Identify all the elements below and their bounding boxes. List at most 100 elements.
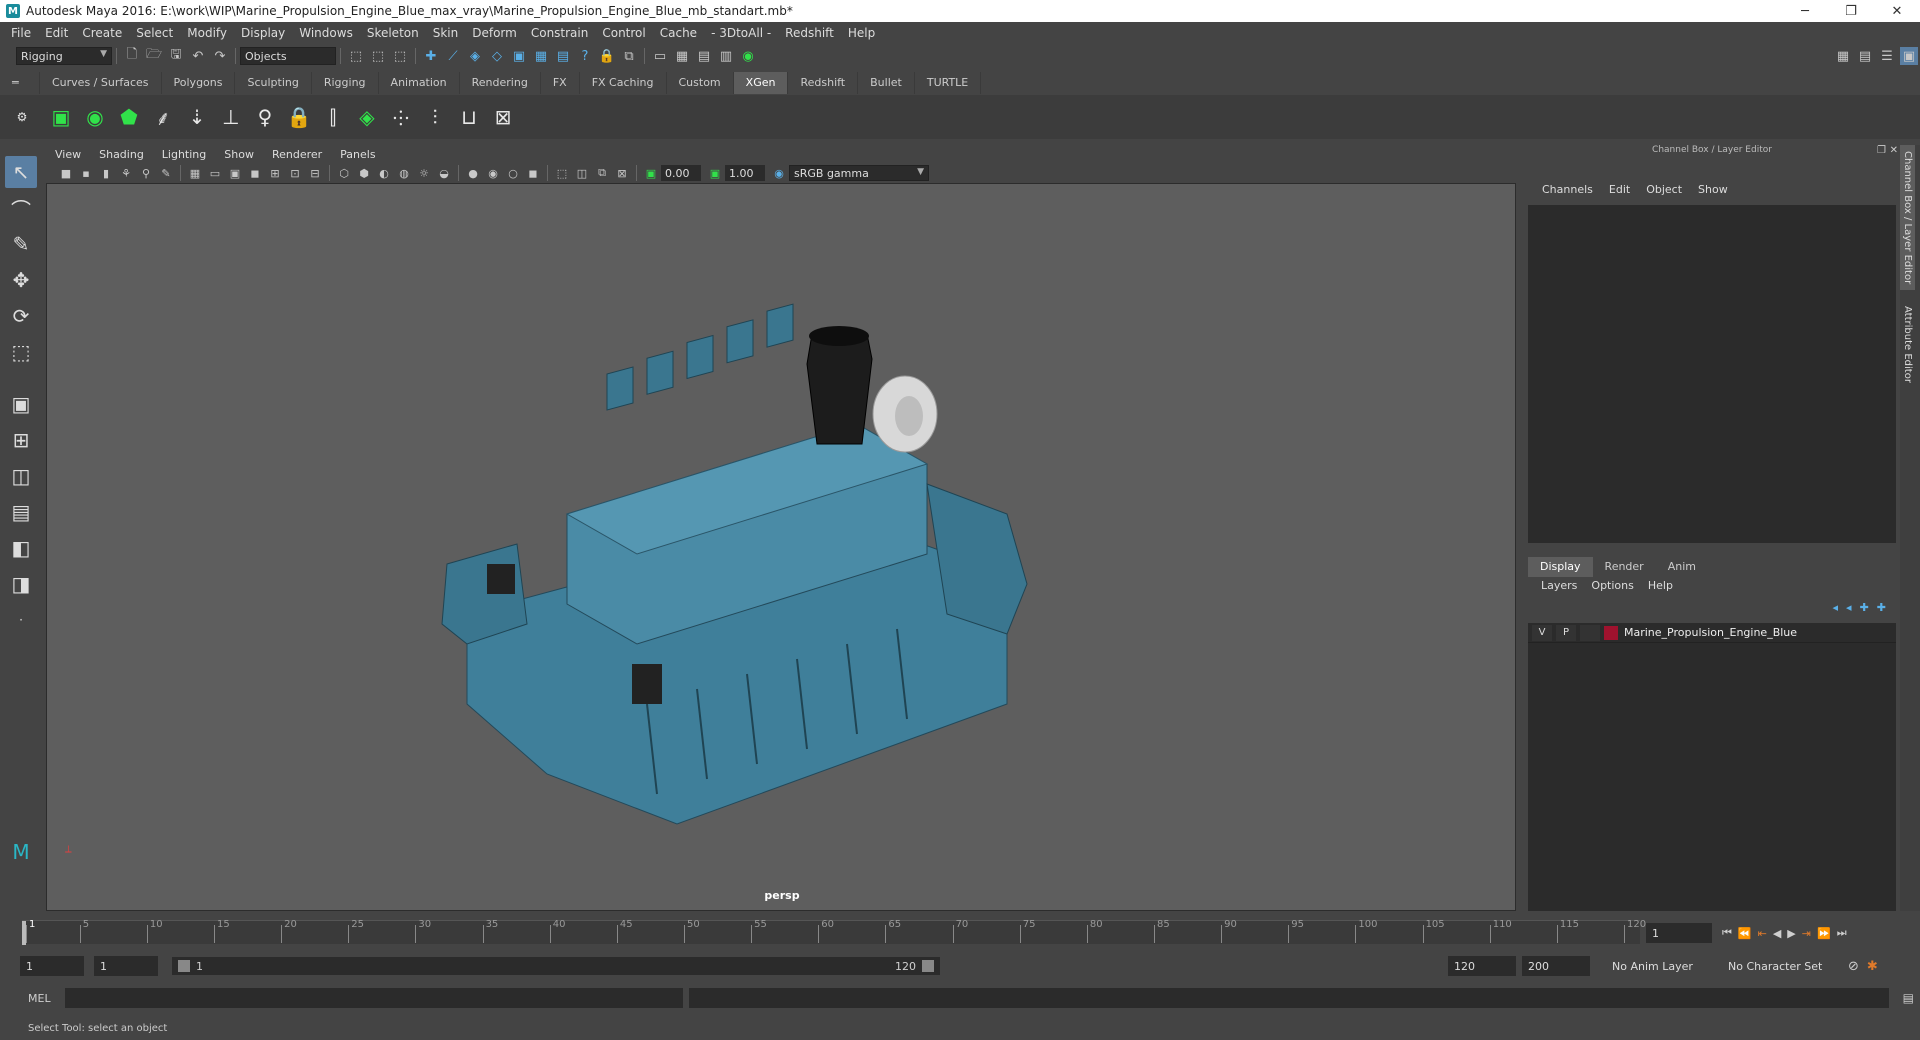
layout-icon[interactable]: ▤ (1856, 47, 1874, 65)
depth-of-field-icon[interactable]: ◼ (525, 165, 541, 181)
tab-display[interactable]: Display (1528, 557, 1593, 577)
move-layer-down-icon[interactable]: ◂ (1846, 601, 1852, 614)
step-back-icon[interactable]: ⏪ (1738, 927, 1752, 940)
tab-polygons[interactable]: Polygons (162, 72, 236, 94)
tab-turtle[interactable]: TURTLE (915, 72, 982, 94)
mel-input[interactable] (64, 988, 683, 1008)
tab-curves-surfaces[interactable]: Curves / Surfaces (40, 72, 162, 94)
restore-button[interactable]: ❐ (1828, 0, 1874, 22)
magnet-icon[interactable]: ⧉ (620, 47, 638, 65)
move-tool-icon[interactable]: ✥ (5, 264, 37, 296)
gamma-icon[interactable]: ▣ (707, 165, 723, 181)
snap-point-icon[interactable]: ◈ (466, 47, 484, 65)
selection-mode-dropdown[interactable]: Objects (240, 47, 336, 65)
tab-sculpting[interactable]: Sculpting (235, 72, 312, 94)
query-icon[interactable]: ? (576, 47, 594, 65)
snap-curve-icon[interactable]: ⟋ (444, 47, 462, 65)
layer-color-swatch[interactable] (1604, 625, 1618, 640)
hypershade-layout-icon[interactable]: ◨ (5, 568, 37, 600)
lock-icon[interactable]: 🔒 (598, 47, 616, 65)
tab-redshift[interactable]: Redshift (788, 72, 859, 94)
menu-skin[interactable]: Skin (426, 26, 466, 40)
menu-modify[interactable]: Modify (180, 26, 234, 40)
vp-menu-lighting[interactable]: Lighting (153, 148, 215, 161)
move-layer-up-icon[interactable]: ◂ (1833, 601, 1839, 614)
snap-surface-icon[interactable]: ▣ (510, 47, 528, 65)
lights-icon[interactable]: ☼ (416, 165, 432, 181)
xray-joints-icon[interactable]: ⧉ (594, 165, 610, 181)
layer-type-toggle[interactable] (1580, 624, 1600, 641)
lasso-tool-icon[interactable]: ⌒ (5, 192, 37, 224)
range-start-handle[interactable] (178, 960, 190, 972)
cb-menu-show[interactable]: Show (1690, 183, 1736, 199)
go-to-start-icon[interactable]: ⏮ (1722, 926, 1732, 940)
exposure-icon[interactable]: ▣ (643, 165, 659, 181)
mel-label[interactable]: MEL (28, 992, 51, 1005)
minimize-button[interactable]: ─ (1782, 0, 1828, 22)
menu-constrain[interactable]: Constrain (524, 26, 596, 40)
xgen-add-guide-icon[interactable]: ⇣ (182, 100, 212, 134)
anim-end-field[interactable]: 120 (1448, 956, 1516, 976)
camera-attr-icon[interactable]: ▪ (78, 165, 94, 181)
resolution-gate-icon[interactable]: ▣ (227, 165, 243, 181)
tab-rigging[interactable]: Rigging (312, 72, 379, 94)
xgen-preview-icon[interactable]: ◉ (80, 100, 110, 134)
menu-redshift[interactable]: Redshift (778, 26, 841, 40)
xgen-toggle-icon[interactable]: ♀ (250, 100, 280, 134)
menu-create[interactable]: Create (75, 26, 129, 40)
graph-layout-icon[interactable]: ◧ (5, 532, 37, 564)
new-layer-icon[interactable]: ✚ (1860, 601, 1869, 614)
menu-help[interactable]: Help (841, 26, 882, 40)
xray-active-icon[interactable]: ⊠ (614, 165, 630, 181)
channel-box-area[interactable] (1528, 205, 1896, 543)
wireframe-on-shaded-icon[interactable]: ◐ (376, 165, 392, 181)
open-scene-icon[interactable]: 🗁 (145, 47, 163, 65)
layer-name[interactable]: Marine_Propulsion_Engine_Blue (1624, 626, 1797, 639)
viewport-persp[interactable]: ⟂ persp (46, 183, 1516, 911)
ipr-render-icon[interactable]: ▤ (695, 47, 713, 65)
xgen-editor-icon[interactable]: ▣ (46, 100, 76, 134)
channel-box-toggle-icon[interactable]: ▣ (1900, 47, 1918, 65)
side-tab-attribute-editor[interactable]: Attribute Editor (1900, 300, 1915, 389)
shadows-icon[interactable]: ◒ (436, 165, 452, 181)
new-scene-icon[interactable]: 🗋 (123, 47, 141, 65)
start-time-field[interactable]: 1 (20, 956, 84, 976)
step-forward-icon[interactable]: ⏩ (1817, 927, 1831, 940)
safe-title-icon[interactable]: ⊟ (307, 165, 323, 181)
grease-pencil-icon[interactable]: ✎ (158, 165, 174, 181)
shelf-gear-icon[interactable]: ⚙ (2, 100, 42, 134)
xgen-cut-icon[interactable]: ⊔ (454, 100, 484, 134)
layer-visibility-toggle[interactable]: V (1532, 624, 1552, 641)
cb-menu-object[interactable]: Object (1638, 183, 1690, 199)
vp-menu-panels[interactable]: Panels (331, 148, 384, 161)
select-tool-icon[interactable]: ↖ (5, 156, 37, 188)
two-d-pan-icon[interactable]: ⚲ (138, 165, 154, 181)
vp-menu-renderer[interactable]: Renderer (263, 148, 331, 161)
le-menu-layers[interactable]: Layers (1534, 579, 1584, 597)
menu-deform[interactable]: Deform (465, 26, 524, 40)
le-menu-help[interactable]: Help (1641, 579, 1680, 597)
shelf-options-icon[interactable]: ═ (0, 72, 40, 94)
render-view-icon[interactable]: ▦ (673, 47, 691, 65)
cb-menu-channels[interactable]: Channels (1534, 183, 1601, 199)
grid-icon[interactable]: ▦ (187, 165, 203, 181)
new-layer-selected-icon[interactable]: ✚ (1877, 601, 1886, 614)
xgen-guide-icon[interactable]: ⸙ (148, 100, 178, 134)
antialias-icon[interactable]: ○ (505, 165, 521, 181)
field-chart-icon[interactable]: ⊞ (267, 165, 283, 181)
preferences-icon[interactable]: ✱ (1867, 959, 1878, 974)
select-component-icon[interactable]: ⬚ (391, 47, 409, 65)
menu-windows[interactable]: Windows (292, 26, 360, 40)
bookmark-icon[interactable]: ▮ (98, 165, 114, 181)
motion-blur-icon[interactable]: ◉ (485, 165, 501, 181)
panel-float-icon[interactable]: ❐ (1877, 145, 1886, 156)
current-frame-field[interactable]: 1 (1646, 923, 1712, 943)
go-to-end-icon[interactable]: ⏭ (1837, 926, 1847, 940)
redo-icon[interactable]: ↷ (211, 47, 229, 65)
vp-menu-view[interactable]: View (46, 148, 90, 161)
tab-xgen[interactable]: XGen (733, 72, 789, 94)
wireframe-icon[interactable]: ⬡ (336, 165, 352, 181)
scale-tool-icon[interactable]: ⬚ (5, 336, 37, 368)
le-menu-options[interactable]: Options (1584, 579, 1640, 597)
tab-rendering[interactable]: Rendering (460, 72, 541, 94)
